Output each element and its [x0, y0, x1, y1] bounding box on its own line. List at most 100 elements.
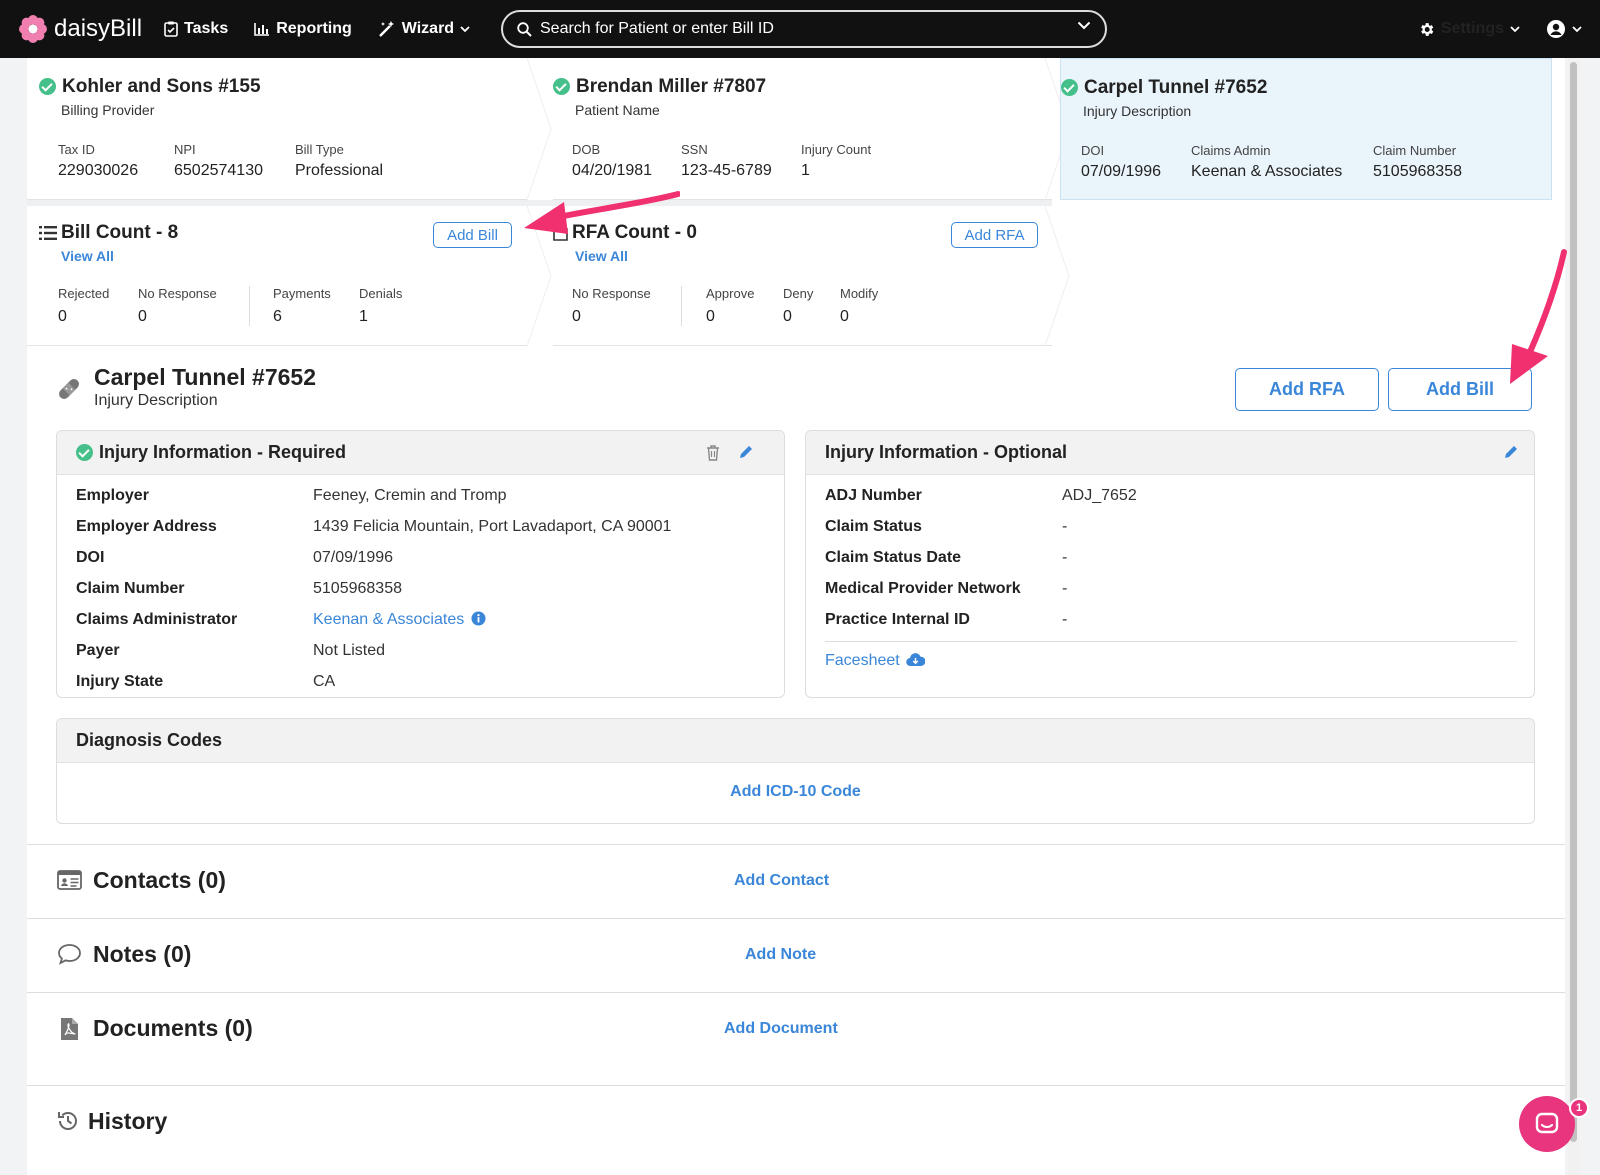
- employer-value: Feeney, Cremin and Tromp: [313, 487, 507, 504]
- denials-value: 1: [359, 308, 368, 325]
- trash-icon[interactable]: [706, 445, 720, 461]
- nav-wizard[interactable]: Wizard: [378, 20, 470, 38]
- pencil-icon[interactable]: [1503, 444, 1519, 460]
- add-bill-button-small[interactable]: Add Bill: [433, 222, 512, 248]
- claim-status-date-label: Claim Status Date: [825, 549, 962, 566]
- bill-count-title: Bill Count - 8: [39, 222, 178, 244]
- gear-icon: [1420, 22, 1434, 36]
- nav-right: Settings: [1418, 0, 1582, 58]
- facesheet-link[interactable]: Facesheet: [825, 652, 926, 670]
- add-icd10-code-link[interactable]: Add ICD-10 Code: [57, 783, 1534, 801]
- add-contact-link[interactable]: Add Contact: [734, 872, 829, 890]
- deny-label: Deny: [783, 286, 814, 301]
- claim-number-value: 5105968358: [1373, 163, 1462, 180]
- payments-value: 6: [273, 308, 282, 325]
- claim-status-date-value: -: [1062, 549, 1068, 566]
- scrollbar[interactable]: [1568, 58, 1580, 1175]
- injury-info-required-panel: Injury Information - Required Employer F…: [56, 430, 785, 698]
- employer-address-value: 1439 Felicia Mountain, Port Lavadaport, …: [313, 518, 672, 535]
- rejected-label: Rejected: [58, 286, 110, 301]
- history-icon: [58, 1111, 77, 1130]
- injury-card-subtitle: Injury Description: [1083, 103, 1192, 119]
- injury-card-title: Carpel Tunnel #7652: [1061, 77, 1267, 99]
- doi-value: 07/09/1996: [313, 549, 394, 566]
- user-menu[interactable]: [1546, 19, 1582, 39]
- nav-tasks[interactable]: Tasks: [164, 20, 228, 38]
- settings-menu[interactable]: Settings: [1418, 20, 1520, 38]
- approve-label: Approve: [706, 286, 755, 301]
- claims-administrator-link[interactable]: Keenan & Associates: [313, 611, 486, 629]
- claim-number-label: Claim Number: [1373, 143, 1457, 158]
- required-panel-title: Injury Information - Required: [99, 442, 347, 462]
- no-response-value: 0: [138, 308, 147, 325]
- bar-chart-icon: [254, 23, 270, 36]
- annotation-arrow-add-bill-small: [524, 191, 680, 234]
- injury-detail-subtitle: Injury Description: [94, 392, 218, 409]
- contacts-title: Contacts (0): [93, 867, 226, 893]
- approve-value: 0: [706, 308, 715, 325]
- payments-label: Payments: [273, 286, 331, 301]
- no-response-label: No Response: [138, 286, 217, 301]
- address-card-icon: [57, 870, 82, 890]
- chat-launcher[interactable]: [1519, 1096, 1575, 1152]
- diagnosis-title: Diagnosis Codes: [76, 730, 223, 750]
- billing-provider-card[interactable]: Kohler and Sons #155 Billing Provider Ta…: [27, 58, 527, 200]
- modify-label: Modify: [840, 286, 879, 301]
- bills-view-all-link[interactable]: View All: [61, 248, 114, 264]
- doi-label: DOI: [76, 549, 105, 566]
- bill-type-value: Professional: [295, 162, 384, 179]
- add-document-link[interactable]: Add Document: [724, 1020, 838, 1038]
- bill-type-label: Bill Type: [295, 142, 344, 157]
- doi-value: 07/09/1996: [1081, 163, 1162, 180]
- adj-number-label: ADJ Number: [825, 487, 922, 504]
- billing-provider-title: Kohler and Sons #155: [39, 76, 261, 98]
- daisy-logo-icon: [19, 15, 47, 43]
- injury-card[interactable]: Carpel Tunnel #7652 Injury Description D…: [1060, 58, 1552, 200]
- list-icon: [39, 225, 57, 240]
- nav-reporting[interactable]: Reporting: [254, 20, 352, 38]
- pencil-icon[interactable]: [738, 444, 754, 460]
- add-rfa-button-small[interactable]: Add RFA: [951, 222, 1038, 248]
- bill-count-card: Bill Count - 8 View All Add Bill Rejecte…: [27, 206, 527, 346]
- search-placeholder: Search for Patient or enter Bill ID: [540, 20, 774, 37]
- check-circle-icon: [1061, 79, 1078, 97]
- chevron-down-icon[interactable]: [1077, 21, 1091, 30]
- stat-divider: [249, 286, 250, 326]
- main-content: Kohler and Sons #155 Billing Provider Ta…: [27, 58, 1565, 1175]
- claim-status-value: -: [1062, 518, 1068, 535]
- practice-internal-id-value: -: [1062, 611, 1068, 628]
- injury-detail-title: Carpel Tunnel #7652: [94, 364, 316, 390]
- add-note-link[interactable]: Add Note: [745, 946, 816, 964]
- chevron-divider: [1045, 206, 1070, 346]
- history-section[interactable]: History: [27, 1085, 1565, 1175]
- npi-label: NPI: [174, 142, 196, 157]
- claim-status-label: Claim Status: [825, 518, 922, 535]
- adj-number-value: ADJ_7652: [1062, 487, 1137, 504]
- medical-provider-network-label: Medical Provider Network: [825, 580, 1021, 597]
- history-title: History: [88, 1108, 168, 1134]
- annotation-arrow-add-bill: [1510, 249, 1567, 384]
- diagnosis-header: Diagnosis Codes: [57, 719, 1534, 763]
- contacts-section: Contacts (0) Add Contact: [27, 844, 1565, 918]
- scrollbar-thumb[interactable]: [1570, 62, 1577, 1142]
- info-icon: [471, 611, 486, 626]
- employer-address-label: Employer Address: [76, 518, 217, 535]
- medical-provider-network-value: -: [1062, 580, 1068, 597]
- employer-label: Employer: [76, 487, 149, 504]
- optional-panel-title: Injury Information - Optional: [825, 442, 1067, 462]
- doi-label: DOI: [1081, 143, 1105, 158]
- injury-info-optional-panel: Injury Information - Optional ADJ Number…: [805, 430, 1535, 698]
- search-input[interactable]: Search for Patient or enter Bill ID: [501, 10, 1107, 48]
- rfa-view-all-link[interactable]: View All: [575, 248, 628, 264]
- ssn-value: 123-45-6789: [681, 162, 772, 179]
- search-icon: [517, 21, 532, 37]
- add-rfa-button[interactable]: Add RFA: [1235, 368, 1379, 411]
- user-circle-icon: [1547, 20, 1565, 38]
- check-circle-icon: [553, 78, 570, 96]
- patient-title: Brendan Miller #7807: [553, 76, 766, 98]
- brand-logo[interactable]: daisyBill: [18, 14, 142, 44]
- patient-card[interactable]: Brendan Miller #7807 Patient Name DOB 04…: [553, 58, 1052, 200]
- settings-label: Settings: [1440, 20, 1504, 37]
- optional-panel-header: Injury Information - Optional: [806, 431, 1534, 475]
- rejected-value: 0: [58, 308, 67, 325]
